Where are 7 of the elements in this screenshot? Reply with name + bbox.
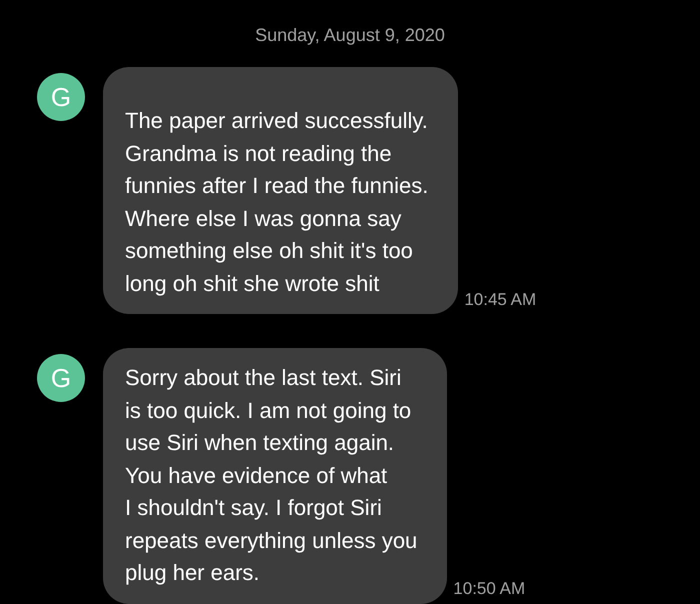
message-time: 10:45 AM (464, 288, 536, 310)
message-bubble: The paper arrived successfully. Grandma is not reading the funnies after I read the funnies. Where else I was gonna say something else oh shit it's too long oh shit she wrote shit (103, 67, 458, 314)
message-time: 10:50 AM (453, 578, 526, 600)
avatar-icon: G (37, 354, 85, 402)
avatar-icon: G (37, 73, 85, 121)
message-bubble: Sorry about the last text. Siri is too quick. I am not going to use Siri when texting again. You have evidence of what I shouldn't say. I forgot Siri repeats everything unless you plug her ears. (103, 348, 448, 604)
date-header: Sunday, August 9, 2020 (255, 24, 445, 47)
